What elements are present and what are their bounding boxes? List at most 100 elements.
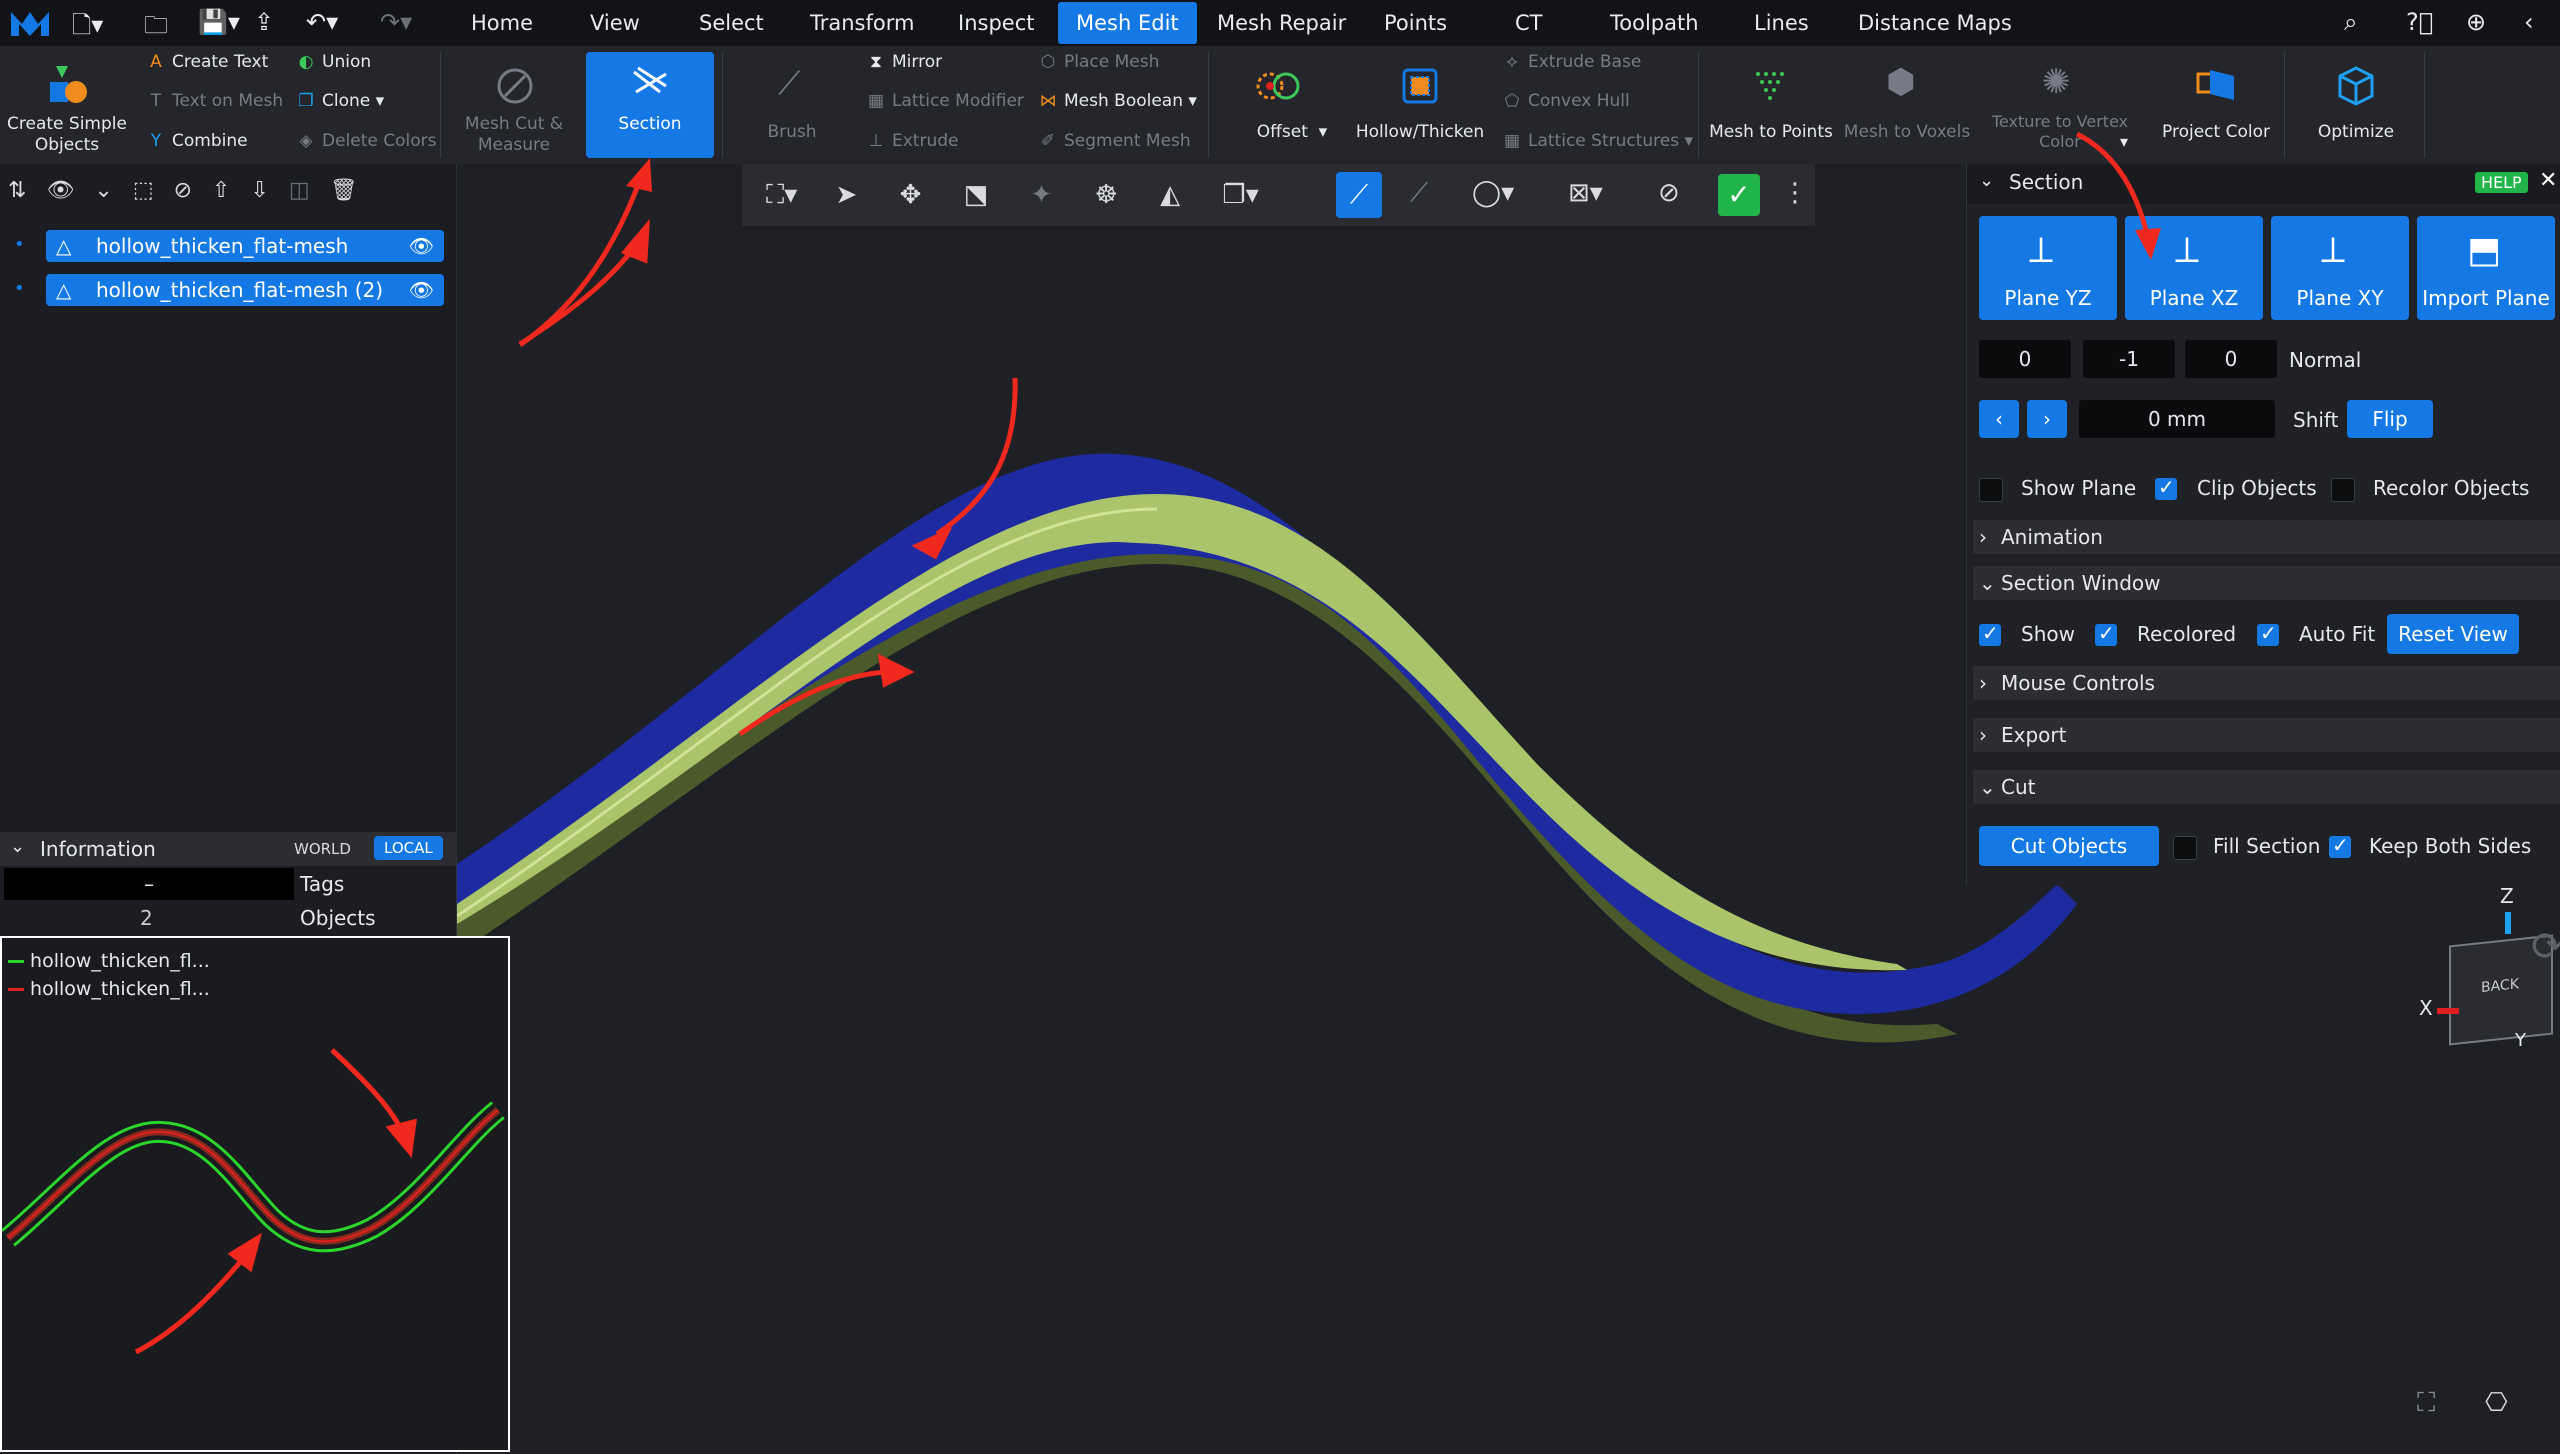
shift-left-button[interactable]: ‹: [1979, 400, 2019, 438]
text-on-mesh-button[interactable]: T Text on Mesh: [146, 91, 283, 111]
open-folder-icon[interactable]: 🗀: [144, 8, 168, 49]
measure-icon[interactable]: ◭: [1160, 180, 1180, 210]
information-header[interactable]: ⌄ Information WORLD LOCAL: [0, 832, 456, 866]
help-button[interactable]: HELP: [2475, 172, 2528, 193]
chevron-down-icon[interactable]: ⌄: [1979, 170, 1994, 191]
menu-inspect[interactable]: Inspect: [958, 0, 1034, 46]
view-mode-icon[interactable]: ⎔: [2485, 1388, 2508, 1418]
offset-button[interactable]: Offset ▾: [1240, 122, 1344, 143]
reset-view-button[interactable]: Reset View: [2387, 614, 2519, 654]
tree-item-mesh-1[interactable]: △ hollow_thicken_flat-mesh 👁: [46, 230, 444, 262]
more-options-icon[interactable]: ⋮: [1782, 178, 1808, 208]
normal-z-input[interactable]: 0: [2185, 340, 2277, 378]
sw-recolored-checkbox[interactable]: [2095, 621, 2117, 646]
rotate-arrow-icon[interactable]: ⟳: [2531, 924, 2560, 970]
section-window[interactable]: hollow_thicken_fl... hollow_thicken_fl..…: [0, 936, 510, 1452]
menu-home[interactable]: Home: [471, 0, 533, 46]
create-simple-objects-button[interactable]: Create Simple Objects: [4, 114, 130, 156]
visibility-eye-icon[interactable]: 👁: [409, 230, 434, 262]
transform-icon[interactable]: ⬔: [964, 180, 989, 210]
shift-input[interactable]: 0 mm: [2079, 400, 2275, 438]
union-button[interactable]: ◐ Union: [296, 52, 372, 72]
export-section[interactable]: › Export: [1973, 718, 2560, 752]
move-down-icon[interactable]: ⇩: [250, 178, 288, 203]
tags-value[interactable]: –: [4, 868, 294, 900]
section-button[interactable]: Section: [586, 52, 714, 158]
menu-lines[interactable]: Lines: [1754, 0, 1809, 46]
cut-objects-button[interactable]: Cut Objects: [1979, 826, 2159, 866]
search-icon[interactable]: ⌕: [2344, 8, 2357, 36]
split-icon[interactable]: ◫: [289, 178, 330, 203]
visibility-eye-icon[interactable]: 👁: [409, 274, 434, 306]
fit-view-icon[interactable]: ⛶: [2417, 1388, 2435, 1419]
local-toggle[interactable]: LOCAL: [374, 836, 443, 860]
section-window-section[interactable]: ⌄ Section Window: [1973, 566, 2560, 600]
fill-section-checkbox[interactable]: [2173, 836, 2197, 860]
menu-view[interactable]: View: [590, 0, 640, 46]
animation-section[interactable]: › Animation: [1973, 520, 2560, 554]
redo-icon[interactable]: ↷▾: [380, 8, 412, 36]
fit-selection-icon[interactable]: ⛶▾: [766, 180, 797, 210]
delete-icon[interactable]: 🗑: [330, 178, 378, 203]
accept-icon[interactable]: ✓: [1718, 174, 1760, 216]
extrude-base-button[interactable]: ⟡ Extrude Base: [1502, 52, 1641, 72]
flip-button[interactable]: Flip: [2347, 400, 2433, 438]
recolor-objects-checkbox[interactable]: [2331, 478, 2355, 502]
delete-colors-button[interactable]: ◈ Delete Colors: [296, 131, 436, 151]
mesh-boolean-button[interactable]: ⋈ Mesh Boolean ▾: [1038, 91, 1197, 111]
brush-button[interactable]: Brush: [744, 122, 840, 143]
sort-icon[interactable]: ⇅: [8, 178, 46, 203]
clone-button[interactable]: ❐ Clone ▾: [296, 91, 384, 111]
convex-hull-button[interactable]: ⬠ Convex Hull: [1502, 91, 1630, 111]
select-arrow-icon[interactable]: ➤: [836, 180, 858, 210]
menu-distance-maps[interactable]: Distance Maps: [1858, 0, 2012, 46]
mirror-button[interactable]: ⧗ Mirror: [866, 52, 942, 72]
import-plane-button[interactable]: ⬒ Import Plane: [2417, 216, 2555, 320]
brush-tool-icon[interactable]: ⟋: [1410, 178, 1428, 209]
menu-select[interactable]: Select: [699, 0, 764, 46]
hollow-thicken-button[interactable]: Hollow/Thicken: [1352, 122, 1488, 143]
close-icon[interactable]: ✕: [2539, 168, 2557, 193]
mesh-to-voxels-button[interactable]: Mesh to Voxels: [1842, 122, 1972, 143]
new-file-icon[interactable]: 🗋▾: [72, 8, 103, 49]
duplicate-icon[interactable]: ❐▾: [1222, 180, 1258, 210]
combine-button[interactable]: Y Combine: [146, 131, 248, 151]
lattice-modifier-button[interactable]: ▦ Lattice Modifier: [866, 91, 1024, 111]
box-select-icon[interactable]: ⊠▾: [1568, 178, 1603, 208]
menu-toolpath[interactable]: Toolpath: [1610, 0, 1699, 46]
menu-mesh-edit[interactable]: Mesh Edit: [1058, 2, 1197, 44]
menu-points[interactable]: Points: [1384, 0, 1447, 46]
sw-autofit-checkbox[interactable]: [2257, 621, 2279, 646]
collapse-left-icon[interactable]: ‹: [2524, 8, 2534, 36]
help-icon[interactable]: ?⃝: [2406, 8, 2433, 36]
cut-section[interactable]: ⌄ Cut: [1973, 770, 2560, 804]
lattice-structures-button[interactable]: ▦ Lattice Structures ▾: [1502, 131, 1693, 151]
plane-xy-button[interactable]: ⟂ Plane XY: [2271, 216, 2409, 320]
optimize-button[interactable]: Optimize: [2300, 122, 2412, 143]
save-icon[interactable]: 💾▾: [198, 8, 240, 36]
select-all-icon[interactable]: ⬚: [133, 178, 174, 203]
move-icon[interactable]: ✥: [900, 180, 922, 210]
keep-both-sides-checkbox[interactable]: [2329, 833, 2351, 858]
no-select-icon[interactable]: ⊘: [1658, 178, 1680, 208]
tree-item-mesh-2[interactable]: △ hollow_thicken_flat-mesh (2) 👁: [46, 274, 444, 306]
undo-icon[interactable]: ↶▾: [306, 8, 338, 36]
menu-ct[interactable]: CT: [1515, 0, 1543, 46]
view-gizmo[interactable]: Z BACK X Y ⟳: [2369, 884, 2560, 1084]
globe-icon[interactable]: ⊕: [2466, 8, 2486, 36]
rotate-icon[interactable]: ☸: [1095, 180, 1118, 210]
shift-right-button[interactable]: ›: [2027, 400, 2067, 438]
move-up-icon[interactable]: ⇧: [212, 178, 250, 203]
menu-transform[interactable]: Transform: [810, 0, 914, 46]
normal-y-input[interactable]: -1: [2083, 340, 2175, 378]
extrude-button[interactable]: ⊥ Extrude: [866, 131, 959, 151]
show-plane-checkbox[interactable]: [1979, 478, 2003, 502]
export-icon[interactable]: ⇪: [254, 8, 274, 36]
menu-mesh-repair[interactable]: Mesh Repair: [1217, 0, 1346, 46]
create-text-button[interactable]: A Create Text: [146, 52, 268, 72]
lasso-icon[interactable]: ◯▾: [1472, 178, 1514, 208]
mouse-controls-section[interactable]: › Mouse Controls: [1973, 666, 2560, 700]
clip-objects-checkbox[interactable]: [2155, 475, 2177, 500]
normal-x-input[interactable]: 0: [1979, 340, 2071, 378]
world-toggle[interactable]: WORLD: [294, 840, 351, 858]
